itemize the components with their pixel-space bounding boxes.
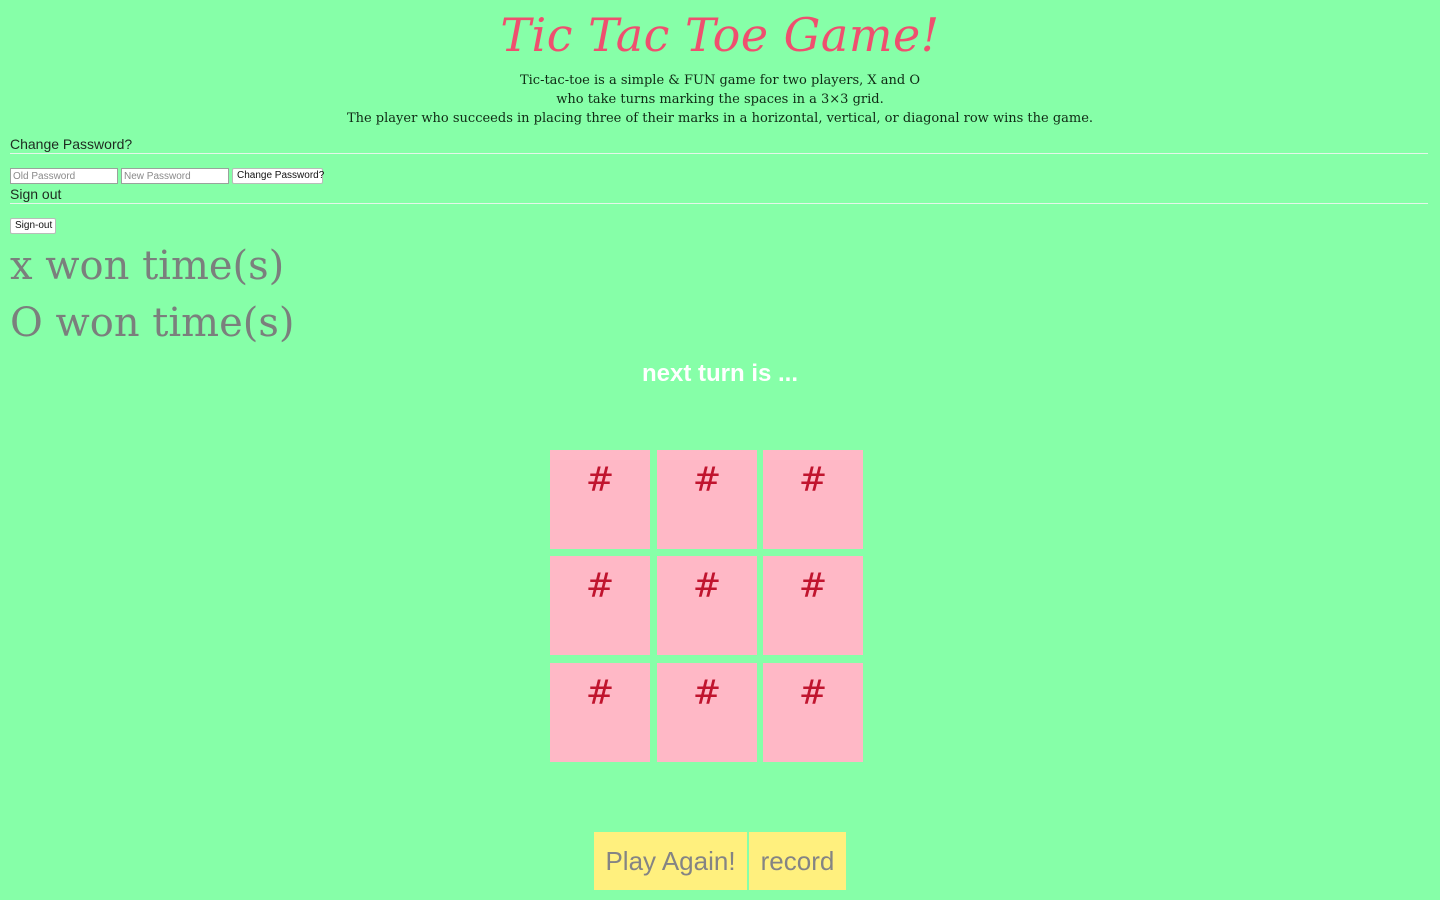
board-cell-6[interactable]: # (763, 556, 863, 655)
game-board: # # # # # # # # # (550, 450, 864, 762)
sign-out-divider (10, 203, 1428, 204)
change-password-button[interactable]: Change Password? (232, 168, 324, 184)
old-password-input[interactable] (10, 168, 118, 184)
new-password-input[interactable] (121, 168, 229, 184)
x-score: x won time(s) (10, 243, 285, 289)
sign-out-heading: Sign out (10, 186, 62, 202)
play-again-button[interactable]: Play Again! (594, 832, 747, 890)
o-score: O won time(s) (10, 300, 295, 346)
board-cell-4[interactable]: # (550, 556, 650, 655)
description-line-3: The player who succeeds in placing three… (346, 111, 1094, 126)
description-line-2: who take turns marking the spaces in a 3… (556, 92, 884, 107)
description-line-1: Tic-tac-toe is a simple & FUN game for t… (519, 73, 921, 88)
game-page: Tic Tac Toe Game! Tic-tac-toe is a simpl… (0, 0, 1440, 900)
board-cell-2[interactable]: # (657, 450, 757, 549)
change-password-heading: Change Password? (10, 136, 133, 152)
board-cell-5[interactable]: # (657, 556, 757, 655)
next-turn-indicator: next turn is ... (641, 360, 799, 387)
page-title: Tic Tac Toe Game! (500, 8, 940, 62)
game-description: Tic-tac-toe is a simple & FUN game for t… (0, 71, 1440, 128)
record-button[interactable]: record (749, 832, 846, 890)
board-cell-9[interactable]: # (763, 663, 863, 762)
change-password-divider (10, 153, 1428, 154)
board-cell-1[interactable]: # (550, 450, 650, 549)
sign-out-button[interactable]: Sign-out (10, 218, 56, 234)
board-cell-7[interactable]: # (550, 663, 650, 762)
board-cell-8[interactable]: # (657, 663, 757, 762)
board-cell-3[interactable]: # (763, 450, 863, 549)
